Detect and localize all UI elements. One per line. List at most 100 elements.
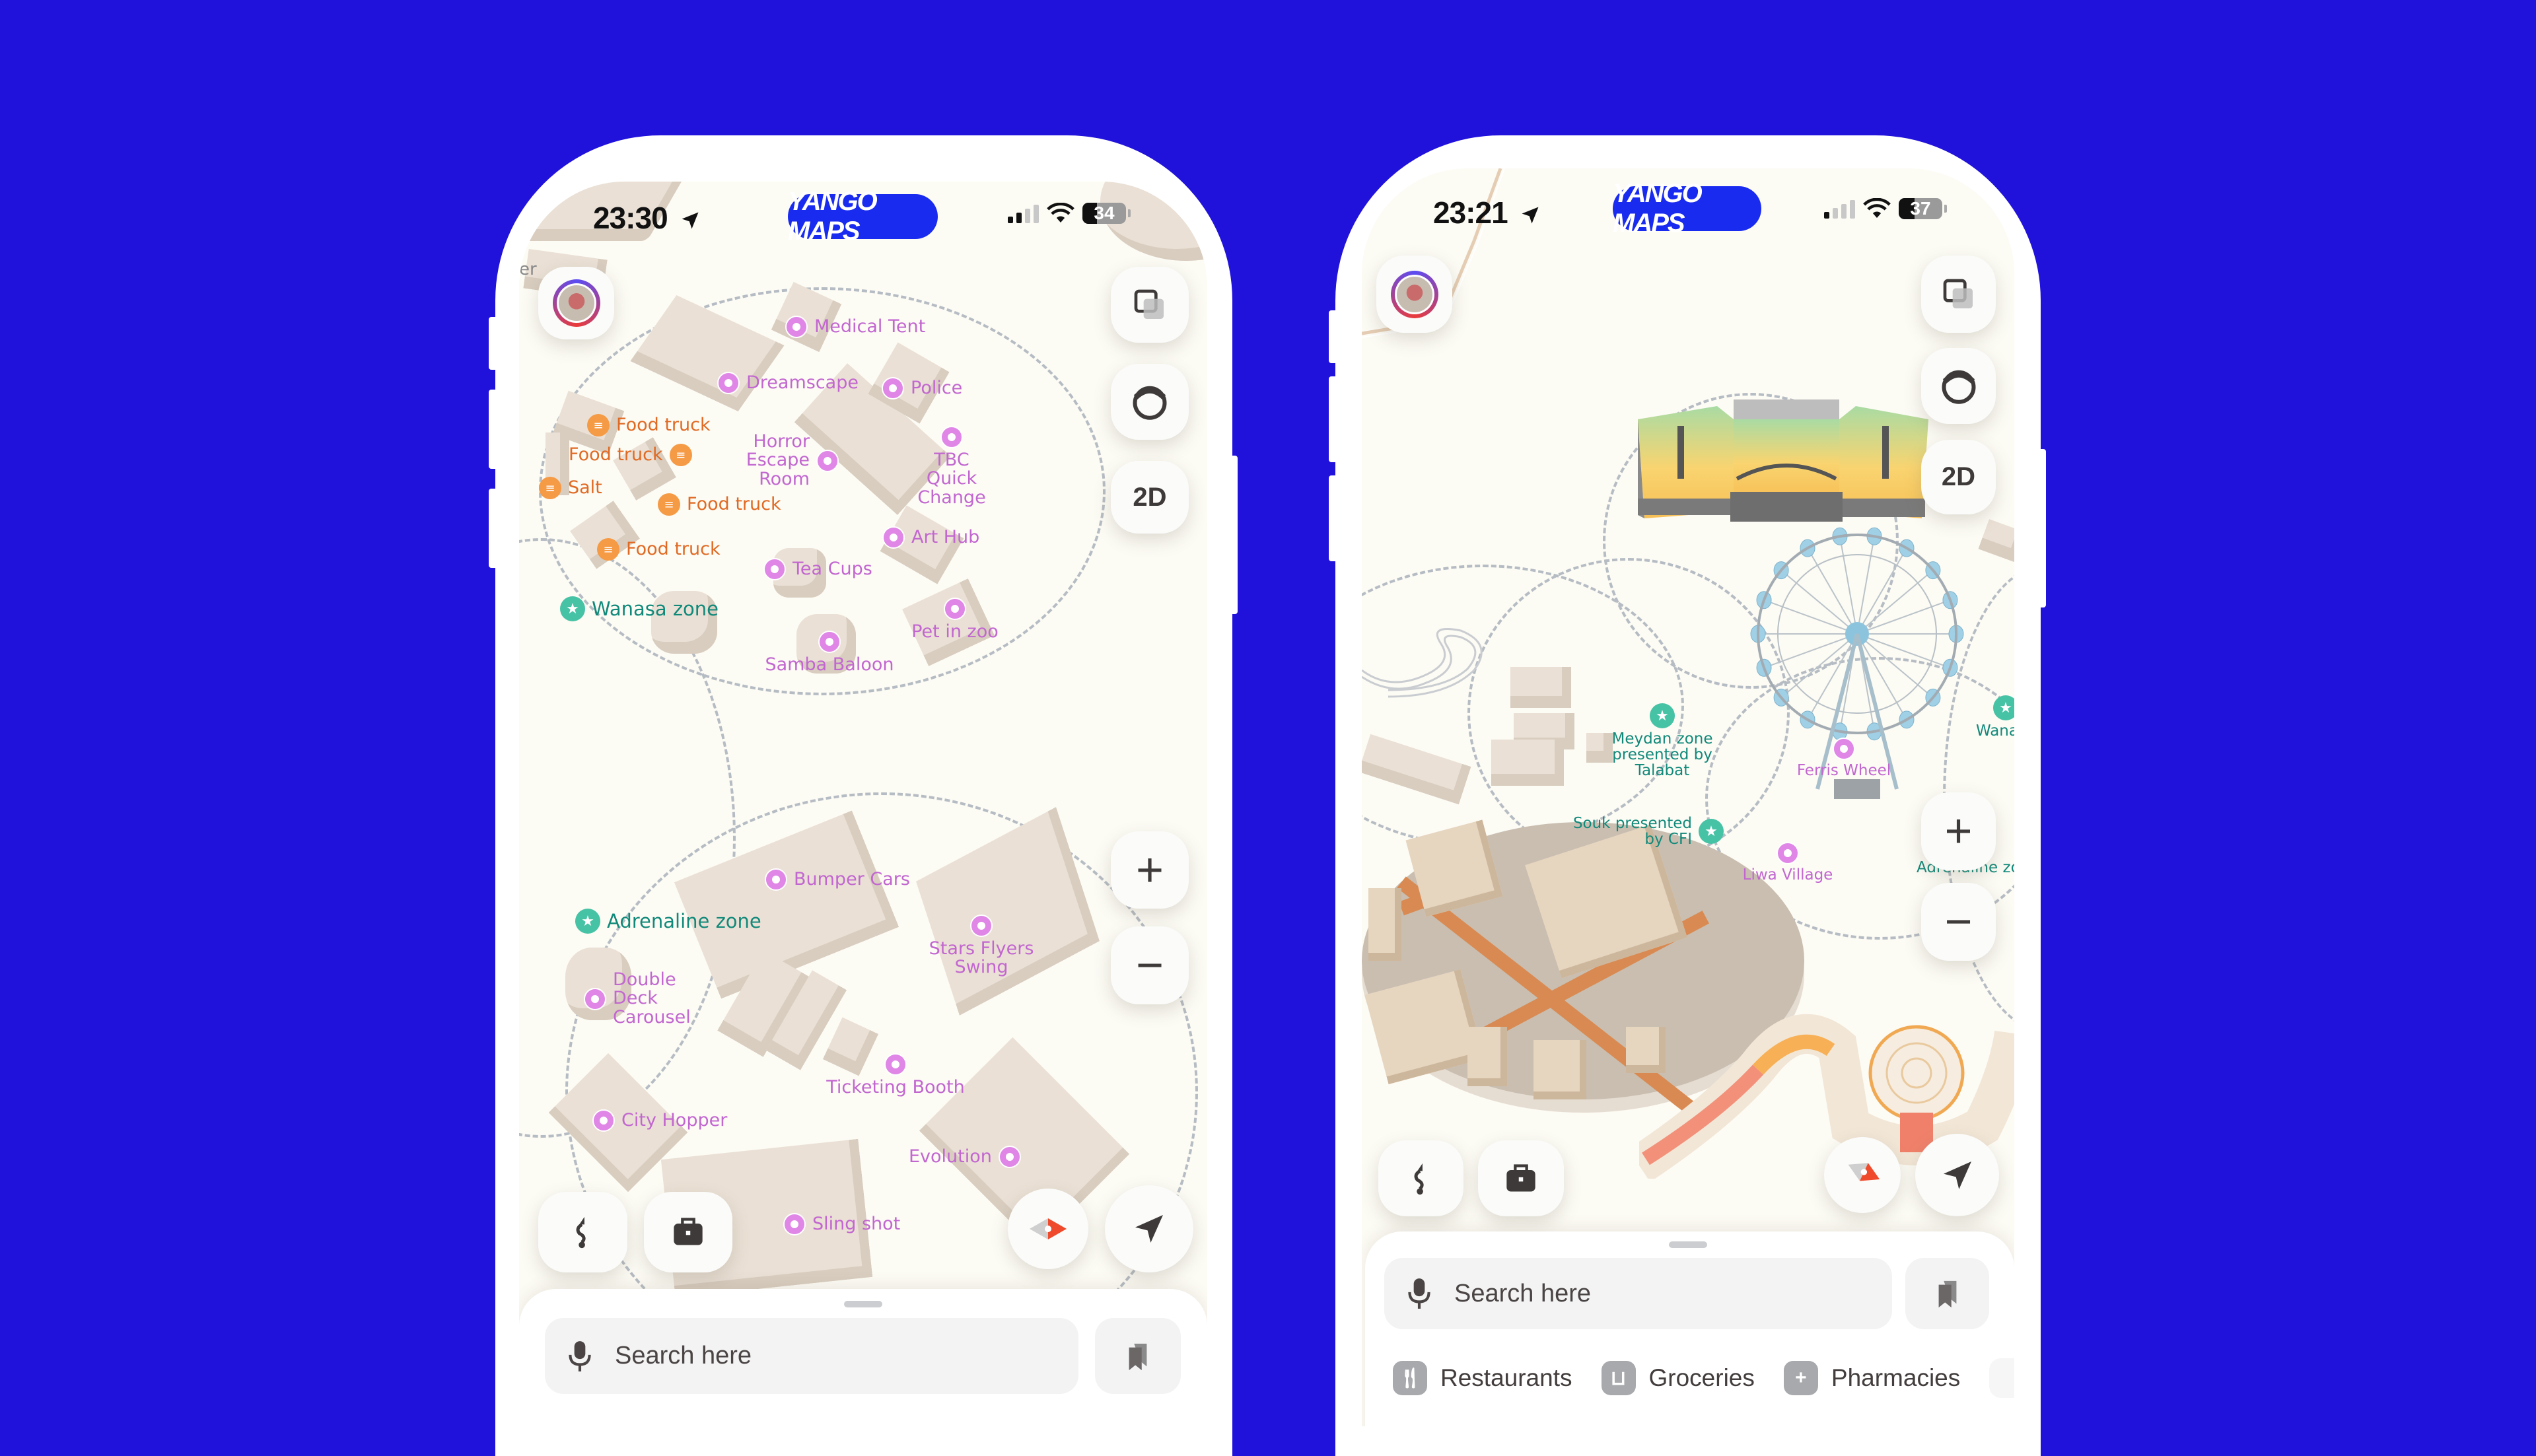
sheet-grabber[interactable]: [844, 1301, 882, 1307]
poi-food-truck[interactable]: ≡ Food truck: [658, 493, 781, 516]
zoom-out-button[interactable]: −: [1111, 926, 1189, 1004]
zoom-in-button[interactable]: +: [1921, 792, 1996, 870]
map-building: [1510, 667, 1571, 708]
status-time: 23:21: [1433, 195, 1540, 230]
category-chip-pharmacies[interactable]: + Pharmacies: [1783, 1361, 1960, 1395]
poi-wanasa-zone[interactable]: ★ Wanasa: [1959, 695, 2014, 739]
burger-icon: ≡: [658, 493, 680, 516]
phone-volume-up-button: [489, 390, 498, 469]
kart-track: [1362, 628, 1483, 698]
sheet-grabber[interactable]: [1669, 1241, 1707, 1248]
status-indicators: 34: [1008, 203, 1131, 224]
poi-samba-baloon[interactable]: Samba Baloon: [763, 631, 896, 674]
burger-icon: ≡: [597, 538, 619, 561]
poi-bumper-cars[interactable]: Bumper Cars: [765, 868, 910, 891]
battery-cap: [1128, 209, 1131, 217]
poi-food-truck[interactable]: ≡ Food truck: [597, 538, 721, 561]
zoom-out-button[interactable]: −: [1921, 883, 1996, 961]
search-input[interactable]: Search here: [545, 1318, 1078, 1394]
poi-liwa-village[interactable]: Liwa Village: [1738, 842, 1837, 883]
compass-button[interactable]: [1008, 1189, 1088, 1269]
route-button[interactable]: [538, 1192, 627, 1272]
poi-tea-cups[interactable]: Tea Cups: [763, 558, 872, 580]
microphone-icon[interactable]: [1408, 1277, 1430, 1310]
navigation-arrow-icon: [1135, 1215, 1163, 1243]
poi-pet-in-zoo[interactable]: Pet in zoo: [909, 598, 1001, 641]
layers-button[interactable]: [1111, 267, 1189, 343]
poi-double-deck-carousel[interactable]: Double Deck Carousel: [584, 970, 712, 1027]
profile-avatar-button[interactable]: [538, 267, 614, 339]
map-mode-button[interactable]: [1111, 364, 1189, 440]
zoom-in-button[interactable]: +: [1111, 831, 1189, 909]
plus-icon: +: [1135, 843, 1164, 897]
star-icon: ★: [560, 596, 585, 621]
search-input[interactable]: Search here: [1384, 1258, 1892, 1329]
layers-icon: [1943, 279, 1973, 308]
poi-city-hopper[interactable]: City Hopper: [592, 1109, 727, 1132]
view-2d-button[interactable]: 2D: [1921, 440, 1996, 514]
poi-stars-flyers-swing[interactable]: Stars Flyers Swing: [922, 915, 1041, 977]
my-location-button[interactable]: [1915, 1134, 1999, 1216]
avatar: [552, 279, 600, 327]
poi-ferris-wheel[interactable]: Ferris Wheel: [1794, 738, 1893, 779]
profile-avatar-button[interactable]: [1376, 256, 1452, 333]
poi-souk[interactable]: Souk presented by CFI ★: [1567, 815, 1724, 847]
brand-logo: YANGO MAPS: [1613, 179, 1761, 238]
poi-medical-tent[interactable]: Medical Tent: [785, 316, 925, 338]
battery-indicator: 37: [1899, 198, 1942, 219]
category-chip-groceries[interactable]: ⊔ Groceries: [1601, 1361, 1755, 1395]
poi-adrenaline-zone[interactable]: ★ Adrenaline zone: [575, 909, 761, 934]
bookmarks-button[interactable]: [1095, 1318, 1181, 1394]
ferris-spoke: [1780, 569, 1858, 635]
my-location-button[interactable]: [1105, 1185, 1193, 1272]
map-mode-button[interactable]: [1921, 348, 1996, 424]
map-screen-right[interactable]: ★ Meydan zone presented by Talabat Ferri…: [1362, 168, 2014, 1426]
minus-icon: −: [1135, 939, 1164, 992]
attraction-pin-icon: [940, 426, 963, 448]
poi-sling-shot[interactable]: Sling shot: [783, 1213, 900, 1235]
map-screen-left[interactable]: er Medical Tent Dreamscape Police Horror…: [519, 182, 1207, 1426]
category-chip-restaurants[interactable]: 🍴︎ Restaurants: [1393, 1361, 1572, 1395]
attraction-pin-icon: [584, 987, 606, 1010]
star-icon: ★: [575, 909, 600, 934]
briefcase-button[interactable]: [1478, 1140, 1564, 1216]
poi-police[interactable]: Police: [882, 377, 962, 399]
briefcase-button[interactable]: [644, 1192, 732, 1272]
attraction-pin-icon: [998, 1146, 1021, 1168]
category-chip-more[interactable]: [1989, 1358, 2014, 1398]
bookmarks-icon: [1129, 1343, 1147, 1370]
attraction-pin-icon: [818, 631, 841, 653]
status-indicators: 37: [1824, 198, 1947, 219]
poi-ticketing-booth[interactable]: Ticketing Booth: [810, 1053, 981, 1097]
map-building: [1978, 519, 2014, 563]
attraction-pin-icon: [882, 377, 904, 399]
view-2d-button[interactable]: 2D: [1111, 461, 1189, 534]
briefcase-icon: [674, 1218, 703, 1245]
route-button[interactable]: [1378, 1140, 1463, 1216]
layers-button[interactable]: [1921, 256, 1996, 333]
attraction-pin-icon: [882, 526, 905, 549]
poi-dreamscape[interactable]: Dreamscape: [717, 372, 859, 394]
poi-art-hub[interactable]: Art Hub: [882, 526, 979, 549]
attraction-pin-icon: [763, 558, 786, 580]
map-label-partial: er: [519, 260, 537, 279]
circle-outline-icon: [1942, 370, 1975, 404]
route-icon: [576, 1216, 586, 1249]
cellular-signal-icon: [1824, 199, 1855, 219]
microphone-icon[interactable]: [569, 1340, 591, 1373]
status-time: 23:30: [593, 200, 700, 236]
poi-wanasa-zone[interactable]: ★ Wanasa zone: [560, 596, 719, 621]
poi-evolution[interactable]: Evolution: [909, 1146, 1021, 1168]
poi-food-truck[interactable]: ≡ Food truck: [569, 444, 692, 466]
compass-button[interactable]: [1824, 1137, 1901, 1213]
poi-salt[interactable]: ≡ Salt: [539, 477, 602, 499]
poi-meydan-zone[interactable]: ★ Meydan zone presented by Talabat: [1606, 703, 1718, 779]
plus-cross-icon: +: [1783, 1361, 1818, 1395]
poi-food-truck[interactable]: ≡ Food truck: [587, 414, 711, 436]
phone-side-button: [489, 317, 498, 370]
plus-icon: +: [1944, 805, 1973, 858]
poi-tbc-quick-change[interactable]: TBC Quick Change: [909, 426, 995, 507]
ferris-wheel-icon: [1833, 738, 1855, 760]
poi-horror-escape-room[interactable]: Horror Escape Room: [697, 432, 839, 489]
bookmarks-button[interactable]: [1905, 1258, 1989, 1329]
